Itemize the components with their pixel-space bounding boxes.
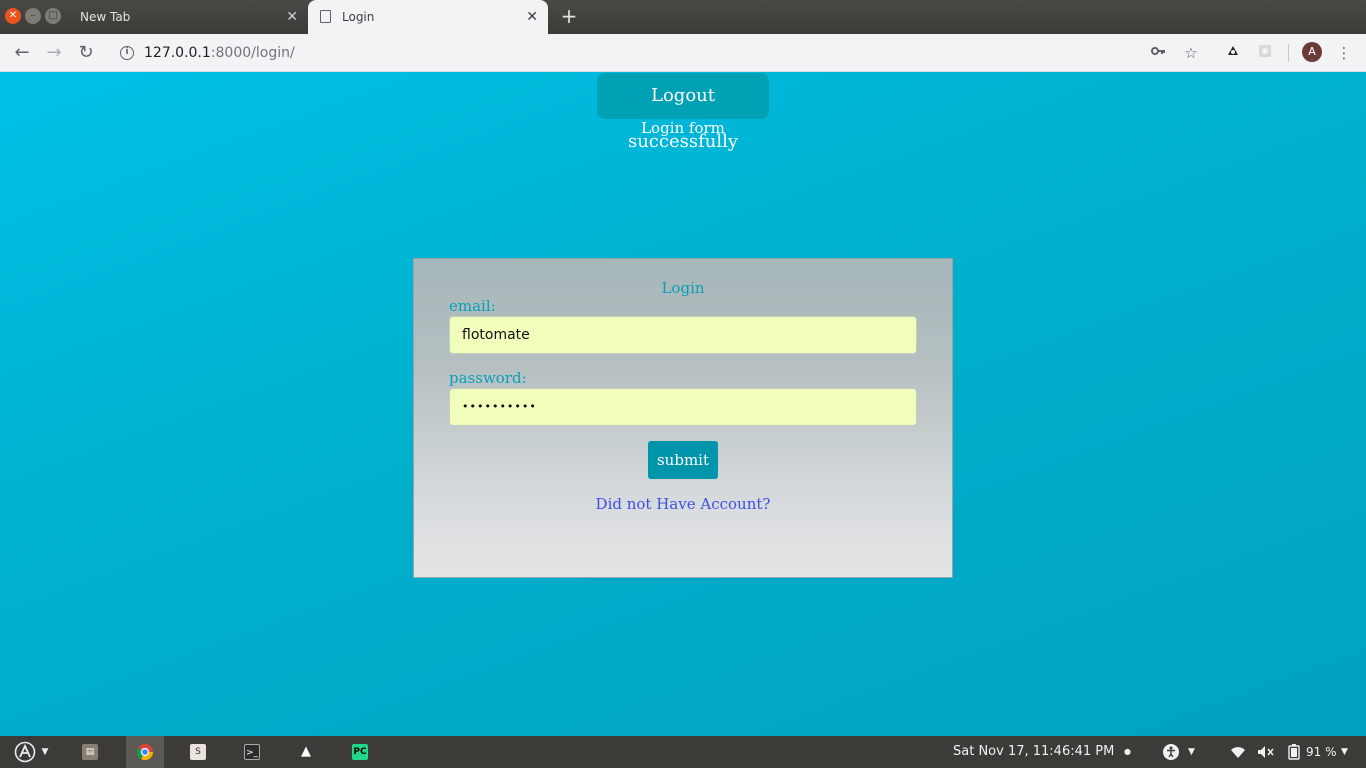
- files-launcher[interactable]: ▤: [72, 736, 108, 768]
- system-taskbar: ▼ ▤ S >_ ▲ PC Sat Nov 17, 11:46:41 PM ● …: [0, 736, 1366, 768]
- signup-link[interactable]: Did not Have Account?: [414, 495, 952, 513]
- info-icon[interactable]: i: [120, 46, 134, 60]
- pycharm-icon: PC: [352, 744, 368, 760]
- battery-percent[interactable]: 91 %: [1306, 736, 1337, 768]
- chevron-down-icon[interactable]: ▼: [1188, 736, 1195, 768]
- chevron-down-icon[interactable]: ▼: [1341, 736, 1348, 768]
- terminal-launcher[interactable]: >_: [234, 736, 270, 768]
- window-minimize-button[interactable]: –: [25, 8, 41, 24]
- tab-title: New Tab: [80, 10, 131, 24]
- activities-icon: [14, 741, 35, 763]
- chrome-icon: [136, 744, 154, 761]
- extension-icon[interactable]: [1223, 43, 1243, 63]
- system-clock[interactable]: Sat Nov 17, 11:46:41 PM: [953, 736, 1114, 768]
- address-bar[interactable]: i 127.0.0.1:8000/login/: [112, 38, 1142, 68]
- extension-icon-2[interactable]: [1255, 43, 1275, 63]
- email-field[interactable]: flotomate: [449, 316, 917, 354]
- browser-toolbar: ← → ↻ i 127.0.0.1:8000/login/ ☆ A ⋮: [0, 34, 1366, 72]
- page-icon: [320, 10, 331, 23]
- tab-new-tab[interactable]: New Tab ✕: [62, 0, 308, 34]
- tab-title: Login: [342, 10, 375, 24]
- star-icon[interactable]: ☆: [1181, 43, 1201, 63]
- browser-tab-strip: ✕ – □ New Tab ✕ Login ✕ +: [0, 0, 1366, 34]
- password-label: password:: [449, 369, 527, 387]
- form-title: Login: [661, 279, 705, 297]
- accessibility-icon[interactable]: [1162, 736, 1180, 768]
- submit-button[interactable]: submit: [648, 441, 718, 479]
- slack-launcher[interactable]: S: [180, 736, 216, 768]
- inkscape-launcher[interactable]: ▲: [288, 736, 324, 768]
- notification-dot-icon: ●: [1124, 747, 1131, 756]
- battery-icon[interactable]: [1288, 736, 1300, 768]
- page-viewport: Logout successfully Login form Login ema…: [0, 72, 1366, 736]
- password-field[interactable]: ••••••••••: [449, 388, 917, 426]
- email-label: email:: [449, 297, 496, 315]
- login-card: Login email: flotomate password: •••••••…: [413, 258, 953, 578]
- forward-arrow-icon[interactable]: →: [42, 41, 66, 65]
- menu-kebab-icon[interactable]: ⋮: [1334, 43, 1354, 63]
- close-icon[interactable]: ✕: [526, 8, 538, 26]
- flash-message: Logout successfully: [597, 73, 769, 152]
- reload-icon[interactable]: ↻: [74, 41, 98, 65]
- chevron-down-icon: ▼: [41, 747, 49, 757]
- window-controls: ✕ – □: [5, 8, 61, 24]
- toolbar-separator: [1288, 44, 1289, 62]
- terminal-icon: >_: [244, 744, 260, 760]
- inkscape-icon: ▲: [298, 744, 314, 760]
- chrome-launcher[interactable]: [126, 736, 164, 768]
- window-close-button[interactable]: ✕: [5, 8, 21, 24]
- page-title: Login form: [641, 119, 725, 137]
- pycharm-launcher[interactable]: PC: [342, 736, 378, 768]
- new-tab-button[interactable]: +: [558, 5, 580, 27]
- url-path: :8000/login/: [210, 45, 295, 61]
- close-icon[interactable]: ✕: [286, 8, 298, 26]
- url-text[interactable]: 127.0.0.1:8000/login/: [144, 45, 295, 61]
- profile-avatar[interactable]: A: [1302, 42, 1322, 62]
- window-maximize-button[interactable]: □: [45, 8, 61, 24]
- volume-icon[interactable]: [1257, 736, 1275, 768]
- wifi-icon[interactable]: [1230, 736, 1246, 768]
- files-icon: ▤: [82, 744, 98, 760]
- key-icon[interactable]: [1148, 43, 1168, 63]
- tab-login[interactable]: Login ✕: [308, 0, 548, 34]
- url-host: 127.0.0.1: [144, 45, 211, 61]
- activities-button[interactable]: ▼: [8, 736, 54, 768]
- back-arrow-icon[interactable]: ←: [10, 41, 34, 65]
- slack-icon: S: [190, 744, 206, 760]
